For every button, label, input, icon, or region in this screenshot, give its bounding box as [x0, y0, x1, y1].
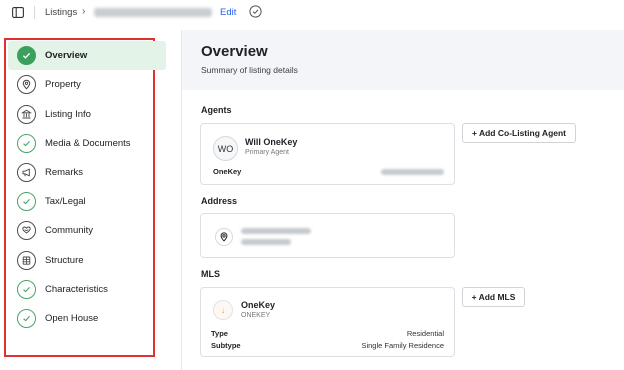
- add-mls-button[interactable]: + Add MLS: [462, 287, 525, 307]
- location-pin-icon: [17, 75, 36, 94]
- sidebar-item-label: Community: [45, 225, 94, 236]
- toolbar-divider: [34, 6, 35, 19]
- sidebar-item-label: Remarks: [45, 167, 84, 178]
- mls-type-value: Residential: [406, 329, 444, 338]
- mls-code: ONEKEY: [241, 312, 271, 319]
- agent-name: Will OneKey: [245, 137, 298, 147]
- sidebar-item-label: Characteristics: [45, 284, 108, 295]
- heart-hands-icon: [17, 221, 36, 240]
- sidebar-item-listing-info[interactable]: Listing Info: [8, 100, 166, 129]
- agent-card[interactable]: WO Will OneKey Primary Agent OneKey: [200, 123, 455, 185]
- sidebar-item-label: Overview: [45, 50, 88, 61]
- agent-office: OneKey: [213, 167, 242, 176]
- agent-role: Primary Agent: [245, 149, 289, 156]
- breadcrumb-edit-link[interactable]: Edit: [220, 7, 236, 18]
- sidebar-item-community[interactable]: Community: [8, 216, 166, 245]
- sidebar-item-media-documents[interactable]: Media & Documents: [8, 129, 166, 158]
- sidebar-toggle-icon[interactable]: [12, 7, 24, 18]
- address-line2-redacted: [241, 239, 291, 245]
- check-circle-icon: [17, 192, 36, 211]
- mls-name: OneKey: [241, 300, 276, 310]
- sidebar-item-property[interactable]: Property: [8, 70, 166, 99]
- sidebar-item-label: Structure: [45, 255, 84, 266]
- avatar: WO: [213, 136, 238, 161]
- bank-icon: [17, 105, 36, 124]
- sidebar-item-structure[interactable]: Structure: [8, 246, 166, 275]
- check-circle-icon: [17, 134, 36, 153]
- breadcrumb-address-redacted[interactable]: [94, 8, 212, 17]
- top-bar: Listings › Edit: [0, 0, 624, 26]
- check-circle-icon: [17, 46, 36, 65]
- check-circle-icon: [249, 5, 262, 18]
- sidebar-item-remarks[interactable]: Remarks: [8, 158, 166, 187]
- mls-section-label: MLS: [201, 269, 220, 279]
- check-circle-icon: [17, 309, 36, 328]
- sidebar-item-label: Open House: [45, 313, 99, 324]
- sidebar-item-overview[interactable]: Overview: [8, 41, 166, 70]
- sidebar-item-label: Tax/Legal: [45, 196, 86, 207]
- breadcrumb-listings-link[interactable]: Listings: [45, 7, 77, 18]
- sidebar-item-tax-legal[interactable]: Tax/Legal: [8, 187, 166, 216]
- location-pin-icon: [215, 228, 233, 246]
- mls-card[interactable]: ↓ OneKey ONEKEY Type Residential Subtype…: [200, 287, 455, 357]
- agent-phone-redacted: [381, 169, 444, 175]
- address-line1-redacted: [241, 228, 311, 234]
- sidebar-item-characteristics[interactable]: Characteristics: [8, 275, 166, 304]
- address-section-label: Address: [201, 196, 238, 206]
- overview-header: Overview Summary of listing details: [182, 30, 624, 90]
- agents-section-label: Agents: [201, 105, 232, 115]
- breadcrumb-chevron-icon: ›: [82, 6, 86, 17]
- onekey-logo-icon: ↓: [213, 300, 233, 320]
- mls-subtype-label: Subtype: [211, 341, 241, 350]
- sidebar-item-open-house[interactable]: Open House: [8, 304, 166, 333]
- building-icon: [17, 251, 36, 270]
- sidebar-item-label: Listing Info: [45, 109, 91, 120]
- sidebar-item-label: Media & Documents: [45, 138, 131, 149]
- mls-type-label: Type: [211, 329, 228, 338]
- page-subtitle: Summary of listing details: [201, 65, 298, 75]
- add-co-listing-agent-button[interactable]: + Add Co-Listing Agent: [462, 123, 576, 143]
- page-title: Overview: [201, 43, 268, 60]
- check-circle-icon: [17, 280, 36, 299]
- megaphone-icon: [17, 163, 36, 182]
- mls-subtype-value: Single Family Residence: [361, 341, 444, 350]
- sidebar-item-label: Property: [45, 79, 81, 90]
- address-card[interactable]: [200, 213, 455, 258]
